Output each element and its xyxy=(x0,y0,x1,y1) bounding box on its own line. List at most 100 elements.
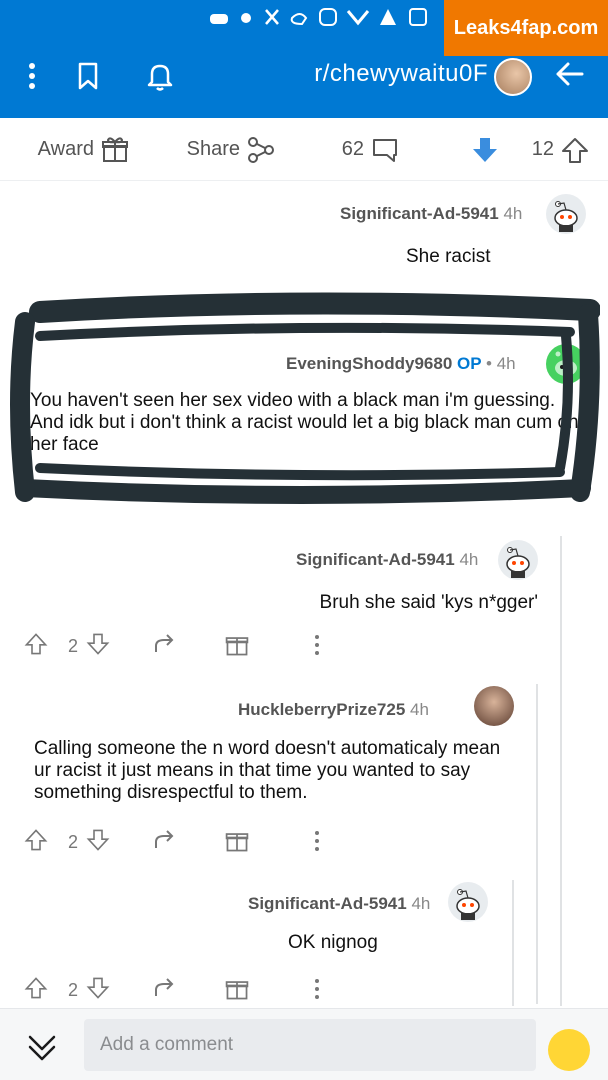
avatar[interactable] xyxy=(474,686,514,726)
more-vertical-icon xyxy=(315,979,319,999)
vote-count: 2 xyxy=(67,832,78,852)
bell-icon xyxy=(147,64,173,91)
share-label: Share xyxy=(187,138,241,160)
more-options-button[interactable] xyxy=(20,58,44,94)
reply-button[interactable] xyxy=(152,632,176,660)
arrow-right-icon xyxy=(556,62,584,86)
author-name: Significant-Ad-5941 xyxy=(248,894,407,913)
share-icon xyxy=(248,136,274,163)
avatar[interactable] xyxy=(546,194,586,234)
award-label: Award xyxy=(38,138,95,160)
comment-actions: 2 xyxy=(0,974,608,1006)
reply-arrow-icon xyxy=(155,634,174,652)
more-options-button[interactable] xyxy=(312,976,322,1004)
award-button[interactable] xyxy=(224,976,250,1004)
vote-count: 12 xyxy=(532,138,555,160)
comment-age: 4h xyxy=(410,700,429,719)
author-name: HuckleberryPrize725 xyxy=(238,700,406,719)
share-button[interactable]: Share xyxy=(187,134,276,164)
gift-icon xyxy=(102,137,128,162)
user-avatar[interactable] xyxy=(548,1029,590,1071)
gift-icon xyxy=(225,833,249,852)
collapse-button[interactable] xyxy=(22,1027,62,1067)
bookmark-button[interactable] xyxy=(70,58,106,94)
mirrored-screen-content: ··· r/chewywaitu0F 12 xyxy=(0,0,608,1080)
watermark-logo: Leaks4fap.com xyxy=(444,0,608,56)
notification-icon xyxy=(198,6,428,31)
comment-body: OK nignog xyxy=(288,932,378,953)
bookmark-icon xyxy=(78,62,98,90)
comment-actions: 2 xyxy=(0,826,608,858)
comment-bubble-icon xyxy=(373,138,397,162)
author-name: Significant-Ad-5941 xyxy=(340,204,499,223)
award-button[interactable]: Award xyxy=(38,134,130,164)
downvote-arrow-icon xyxy=(86,977,110,999)
marker-scribble xyxy=(10,292,600,504)
comment-count: 62 xyxy=(342,138,365,160)
bell-button[interactable] xyxy=(142,58,178,94)
avatar[interactable] xyxy=(498,540,538,580)
gift-icon xyxy=(225,637,249,656)
post-action-bar: 12 62 Share Award xyxy=(0,118,608,181)
reply-arrow-icon xyxy=(155,830,174,848)
reply-button[interactable] xyxy=(152,828,176,856)
subreddit-name[interactable]: r/chewywaitu0F xyxy=(314,60,488,88)
comment-age: 4h xyxy=(459,550,479,569)
downvote-arrow-icon xyxy=(86,829,110,851)
downvote-button[interactable] xyxy=(470,134,500,164)
upvote-arrow-icon xyxy=(24,633,48,655)
comment-5: Significant-Ad-5941 4h OK nignog 2 xyxy=(0,880,500,1006)
more-options-button[interactable] xyxy=(312,632,322,660)
more-vertical-icon xyxy=(315,635,319,655)
downvote-button[interactable] xyxy=(86,976,110,1004)
award-button[interactable] xyxy=(224,828,250,856)
comment-author[interactable]: Significant-Ad-5941 4h xyxy=(340,204,522,224)
comment-input[interactable]: Add a comment xyxy=(84,1019,536,1071)
chevron-double-down-icon xyxy=(28,1035,56,1061)
more-options-button[interactable] xyxy=(312,828,322,856)
comment-author[interactable]: Significant-Ad-5941 4h xyxy=(296,550,478,570)
comment-author[interactable]: HuckleberryPrize725 4h xyxy=(238,700,429,720)
comments-button[interactable]: 62 xyxy=(342,134,400,164)
downvote-button[interactable] xyxy=(86,632,110,660)
author-name: Significant-Ad-5941 xyxy=(296,550,455,569)
downvote-arrow-icon xyxy=(86,633,110,655)
comment-body: Calling someone the n word doesn't autom… xyxy=(34,738,501,803)
upvote-button[interactable] xyxy=(24,976,48,1004)
comment-actions: 2 xyxy=(0,630,608,662)
snoo-avatar-icon xyxy=(456,889,480,920)
reply-button[interactable] xyxy=(152,976,176,1004)
snoo-avatar-icon xyxy=(506,547,530,578)
comment-age: 4h xyxy=(411,894,431,913)
comment-3: Significant-Ad-5941 4h Bruh she said 'ky… xyxy=(0,538,548,668)
upvote-button[interactable] xyxy=(24,828,48,856)
award-button[interactable] xyxy=(224,632,250,660)
upvote-button[interactable] xyxy=(24,632,48,660)
downvote-button[interactable] xyxy=(86,828,110,856)
reply-arrow-icon xyxy=(155,978,174,996)
gift-icon xyxy=(225,981,249,1000)
more-vertical-icon xyxy=(315,831,319,851)
vote-count: 2 xyxy=(67,636,78,656)
subreddit-avatar[interactable] xyxy=(494,58,532,96)
downvote-arrow-icon xyxy=(473,137,497,162)
comment-body: Bruh she said 'kys n*gger' xyxy=(319,592,538,613)
upvote-arrow-icon xyxy=(24,977,48,999)
thread-line xyxy=(560,536,562,1006)
comment-1: Significant-Ad-5941 4h She racist Reply xyxy=(0,190,608,312)
upvote-arrow-icon xyxy=(24,829,48,851)
comment-composer: Add a comment xyxy=(0,1008,608,1080)
back-button[interactable] xyxy=(550,56,590,96)
upvote-arrow-icon xyxy=(562,137,588,163)
more-vertical-icon xyxy=(29,63,35,89)
comment-author[interactable]: Significant-Ad-5941 4h xyxy=(248,894,430,914)
upvote-button[interactable]: 12 xyxy=(532,134,590,164)
comment-body: She racist xyxy=(406,246,491,267)
comment-4: HuckleberryPrize725 4h Calling someone t… xyxy=(0,686,524,856)
vote-count: 2 xyxy=(67,980,78,1000)
comment-input-placeholder: Add a comment xyxy=(100,1034,234,1055)
snoo-avatar-icon xyxy=(554,201,578,232)
reddit-thread-screen: ··· r/chewywaitu0F 12 xyxy=(0,0,608,1080)
comment-age: 4h xyxy=(503,204,523,223)
avatar[interactable] xyxy=(448,882,488,922)
